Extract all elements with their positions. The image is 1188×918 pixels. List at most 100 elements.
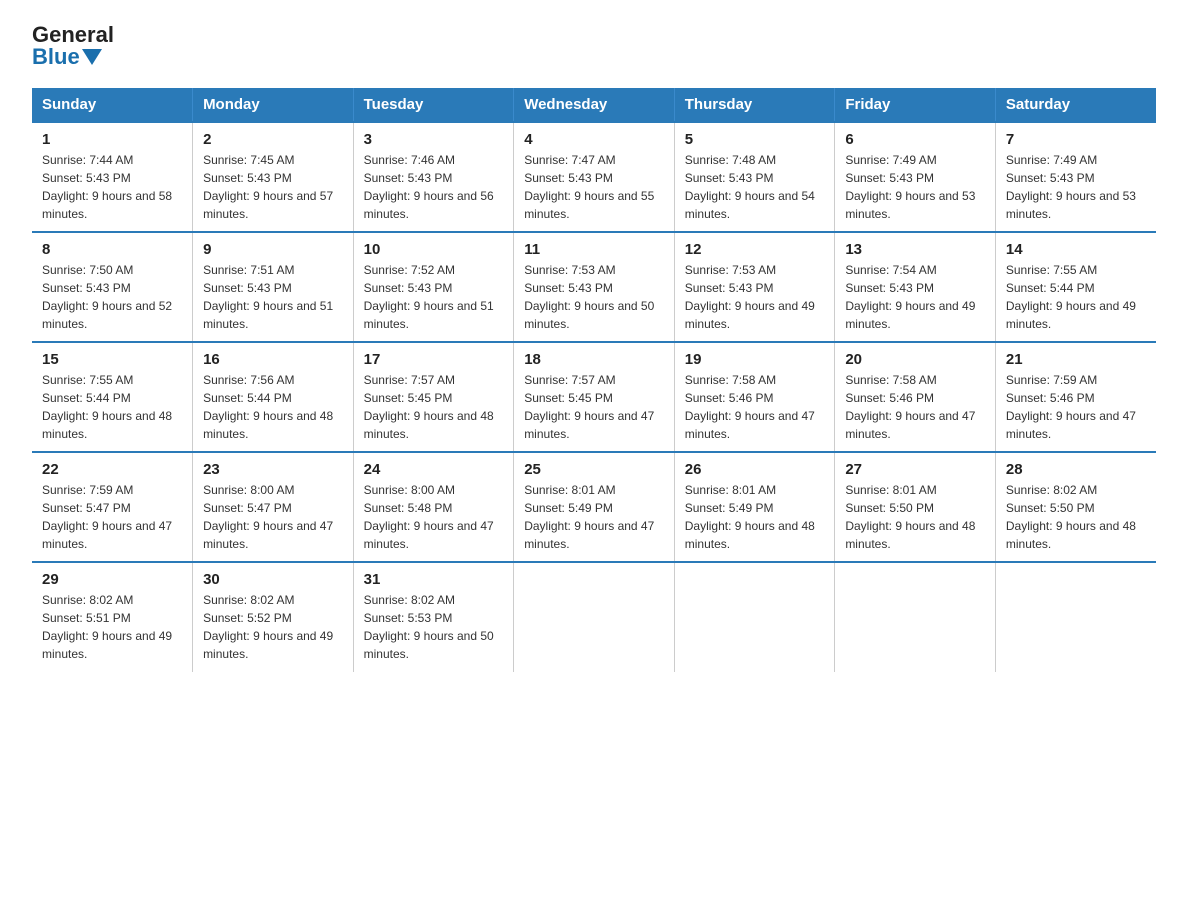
day-info: Sunrise: 8:02 AMSunset: 5:50 PMDaylight:…	[1006, 483, 1136, 551]
calendar-week-row: 29 Sunrise: 8:02 AMSunset: 5:51 PMDaylig…	[32, 562, 1156, 672]
day-info: Sunrise: 7:57 AMSunset: 5:45 PMDaylight:…	[364, 373, 494, 441]
calendar-day-cell	[995, 562, 1156, 672]
day-number: 28	[1006, 461, 1146, 478]
day-number: 1	[42, 131, 182, 148]
day-number: 31	[364, 571, 504, 588]
calendar-day-cell: 27 Sunrise: 8:01 AMSunset: 5:50 PMDaylig…	[835, 452, 996, 562]
calendar-day-cell: 19 Sunrise: 7:58 AMSunset: 5:46 PMDaylig…	[674, 342, 835, 452]
day-info: Sunrise: 7:56 AMSunset: 5:44 PMDaylight:…	[203, 373, 333, 441]
day-info: Sunrise: 7:47 AMSunset: 5:43 PMDaylight:…	[524, 153, 654, 221]
calendar-day-cell: 23 Sunrise: 8:00 AMSunset: 5:47 PMDaylig…	[193, 452, 354, 562]
calendar-week-row: 15 Sunrise: 7:55 AMSunset: 5:44 PMDaylig…	[32, 342, 1156, 452]
day-info: Sunrise: 8:02 AMSunset: 5:53 PMDaylight:…	[364, 593, 494, 661]
day-number: 24	[364, 461, 504, 478]
calendar-body: 1 Sunrise: 7:44 AMSunset: 5:43 PMDayligh…	[32, 122, 1156, 672]
day-number: 4	[524, 131, 664, 148]
calendar-day-cell: 11 Sunrise: 7:53 AMSunset: 5:43 PMDaylig…	[514, 232, 675, 342]
calendar-day-cell: 9 Sunrise: 7:51 AMSunset: 5:43 PMDayligh…	[193, 232, 354, 342]
logo-blue-text: Blue	[32, 46, 114, 68]
day-info: Sunrise: 8:01 AMSunset: 5:49 PMDaylight:…	[524, 483, 654, 551]
day-info: Sunrise: 7:59 AMSunset: 5:47 PMDaylight:…	[42, 483, 172, 551]
day-info: Sunrise: 8:02 AMSunset: 5:52 PMDaylight:…	[203, 593, 333, 661]
day-info: Sunrise: 7:46 AMSunset: 5:43 PMDaylight:…	[364, 153, 494, 221]
calendar-week-row: 8 Sunrise: 7:50 AMSunset: 5:43 PMDayligh…	[32, 232, 1156, 342]
calendar-day-cell: 24 Sunrise: 8:00 AMSunset: 5:48 PMDaylig…	[353, 452, 514, 562]
day-info: Sunrise: 7:52 AMSunset: 5:43 PMDaylight:…	[364, 263, 494, 331]
day-info: Sunrise: 7:48 AMSunset: 5:43 PMDaylight:…	[685, 153, 815, 221]
calendar-day-cell: 15 Sunrise: 7:55 AMSunset: 5:44 PMDaylig…	[32, 342, 193, 452]
day-number: 27	[845, 461, 985, 478]
day-number: 25	[524, 461, 664, 478]
day-number: 23	[203, 461, 343, 478]
day-number: 12	[685, 241, 825, 258]
day-number: 14	[1006, 241, 1146, 258]
day-number: 18	[524, 351, 664, 368]
calendar-table: SundayMondayTuesdayWednesdayThursdayFrid…	[32, 88, 1156, 672]
calendar-day-cell: 8 Sunrise: 7:50 AMSunset: 5:43 PMDayligh…	[32, 232, 193, 342]
day-number: 3	[364, 131, 504, 148]
day-number: 9	[203, 241, 343, 258]
calendar-day-cell: 25 Sunrise: 8:01 AMSunset: 5:49 PMDaylig…	[514, 452, 675, 562]
day-info: Sunrise: 8:01 AMSunset: 5:50 PMDaylight:…	[845, 483, 975, 551]
day-number: 22	[42, 461, 182, 478]
day-info: Sunrise: 7:58 AMSunset: 5:46 PMDaylight:…	[845, 373, 975, 441]
calendar-day-cell: 3 Sunrise: 7:46 AMSunset: 5:43 PMDayligh…	[353, 122, 514, 232]
day-number: 2	[203, 131, 343, 148]
calendar-day-cell: 7 Sunrise: 7:49 AMSunset: 5:43 PMDayligh…	[995, 122, 1156, 232]
day-number: 29	[42, 571, 182, 588]
day-number: 6	[845, 131, 985, 148]
day-number: 26	[685, 461, 825, 478]
logo: General Blue	[32, 24, 114, 68]
day-number: 13	[845, 241, 985, 258]
calendar-day-cell: 17 Sunrise: 7:57 AMSunset: 5:45 PMDaylig…	[353, 342, 514, 452]
day-info: Sunrise: 7:58 AMSunset: 5:46 PMDaylight:…	[685, 373, 815, 441]
calendar-week-row: 1 Sunrise: 7:44 AMSunset: 5:43 PMDayligh…	[32, 122, 1156, 232]
weekday-header-row: SundayMondayTuesdayWednesdayThursdayFrid…	[32, 88, 1156, 122]
day-info: Sunrise: 7:51 AMSunset: 5:43 PMDaylight:…	[203, 263, 333, 331]
day-number: 16	[203, 351, 343, 368]
weekday-header-monday: Monday	[193, 88, 354, 122]
calendar-day-cell: 31 Sunrise: 8:02 AMSunset: 5:53 PMDaylig…	[353, 562, 514, 672]
calendar-day-cell: 21 Sunrise: 7:59 AMSunset: 5:46 PMDaylig…	[995, 342, 1156, 452]
weekday-header-sunday: Sunday	[32, 88, 193, 122]
day-info: Sunrise: 7:53 AMSunset: 5:43 PMDaylight:…	[524, 263, 654, 331]
calendar-day-cell: 1 Sunrise: 7:44 AMSunset: 5:43 PMDayligh…	[32, 122, 193, 232]
calendar-day-cell: 16 Sunrise: 7:56 AMSunset: 5:44 PMDaylig…	[193, 342, 354, 452]
day-number: 17	[364, 351, 504, 368]
page-header: General Blue	[32, 24, 1156, 68]
calendar-day-cell	[674, 562, 835, 672]
calendar-day-cell	[835, 562, 996, 672]
day-number: 21	[1006, 351, 1146, 368]
calendar-day-cell: 20 Sunrise: 7:58 AMSunset: 5:46 PMDaylig…	[835, 342, 996, 452]
calendar-day-cell: 22 Sunrise: 7:59 AMSunset: 5:47 PMDaylig…	[32, 452, 193, 562]
day-info: Sunrise: 8:00 AMSunset: 5:48 PMDaylight:…	[364, 483, 494, 551]
calendar-week-row: 22 Sunrise: 7:59 AMSunset: 5:47 PMDaylig…	[32, 452, 1156, 562]
weekday-header-tuesday: Tuesday	[353, 88, 514, 122]
weekday-header-wednesday: Wednesday	[514, 88, 675, 122]
calendar-day-cell	[514, 562, 675, 672]
day-info: Sunrise: 7:57 AMSunset: 5:45 PMDaylight:…	[524, 373, 654, 441]
weekday-header-thursday: Thursday	[674, 88, 835, 122]
calendar-day-cell: 29 Sunrise: 8:02 AMSunset: 5:51 PMDaylig…	[32, 562, 193, 672]
day-number: 30	[203, 571, 343, 588]
day-info: Sunrise: 7:44 AMSunset: 5:43 PMDaylight:…	[42, 153, 172, 221]
day-number: 8	[42, 241, 182, 258]
calendar-day-cell: 13 Sunrise: 7:54 AMSunset: 5:43 PMDaylig…	[835, 232, 996, 342]
calendar-day-cell: 26 Sunrise: 8:01 AMSunset: 5:49 PMDaylig…	[674, 452, 835, 562]
day-info: Sunrise: 7:55 AMSunset: 5:44 PMDaylight:…	[42, 373, 172, 441]
day-number: 7	[1006, 131, 1146, 148]
day-info: Sunrise: 8:02 AMSunset: 5:51 PMDaylight:…	[42, 593, 172, 661]
day-info: Sunrise: 7:49 AMSunset: 5:43 PMDaylight:…	[1006, 153, 1136, 221]
weekday-header-friday: Friday	[835, 88, 996, 122]
calendar-day-cell: 5 Sunrise: 7:48 AMSunset: 5:43 PMDayligh…	[674, 122, 835, 232]
day-number: 5	[685, 131, 825, 148]
logo-triangle-icon	[82, 49, 102, 65]
day-number: 20	[845, 351, 985, 368]
day-number: 19	[685, 351, 825, 368]
day-info: Sunrise: 7:53 AMSunset: 5:43 PMDaylight:…	[685, 263, 815, 331]
day-info: Sunrise: 7:55 AMSunset: 5:44 PMDaylight:…	[1006, 263, 1136, 331]
day-number: 15	[42, 351, 182, 368]
day-info: Sunrise: 7:45 AMSunset: 5:43 PMDaylight:…	[203, 153, 333, 221]
calendar-day-cell: 2 Sunrise: 7:45 AMSunset: 5:43 PMDayligh…	[193, 122, 354, 232]
calendar-day-cell: 6 Sunrise: 7:49 AMSunset: 5:43 PMDayligh…	[835, 122, 996, 232]
